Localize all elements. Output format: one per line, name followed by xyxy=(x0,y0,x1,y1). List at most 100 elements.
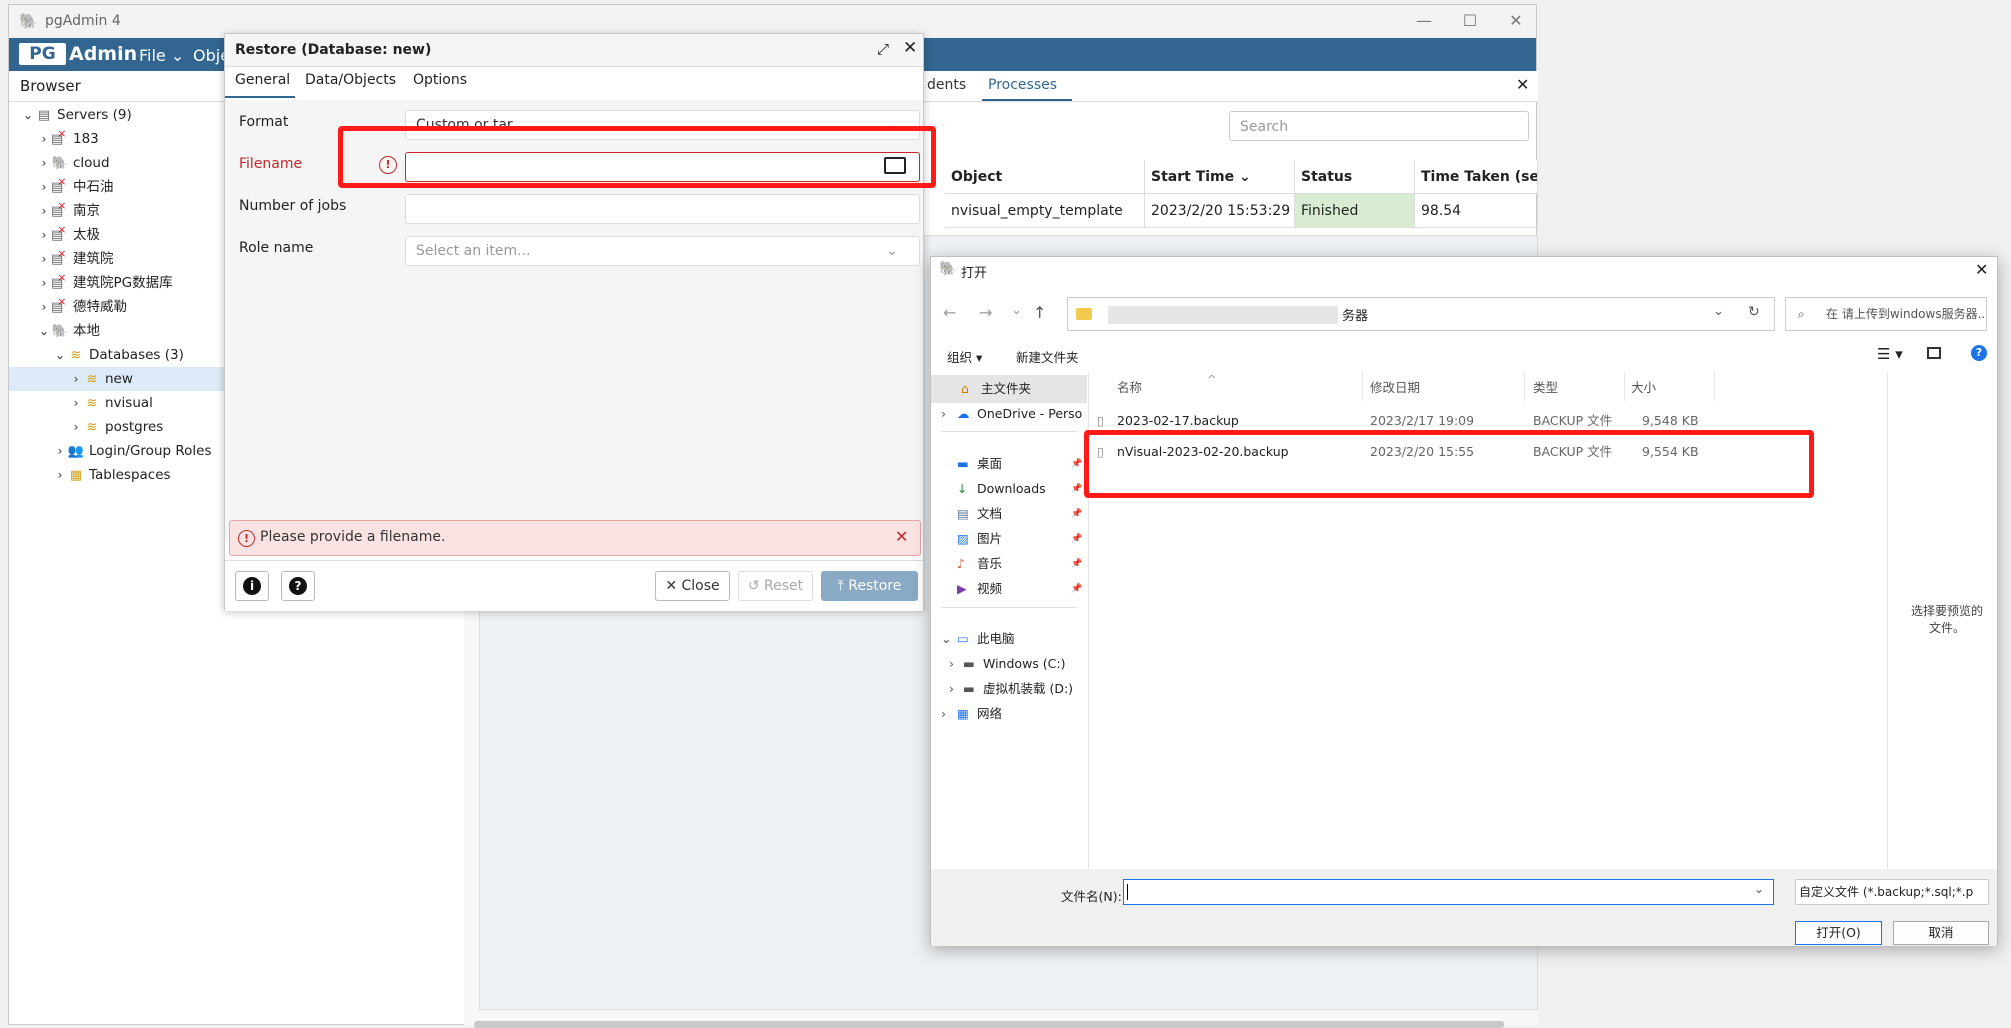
search-icon: ⌕ xyxy=(1798,307,1805,321)
processes-search-input[interactable]: Search xyxy=(1229,111,1529,141)
nav-item[interactable]: › ☁ OneDrive - Perso xyxy=(931,400,1087,428)
open-dialog-title: 打开 xyxy=(961,266,988,281)
nav-item[interactable]: ⌂ 主文件夹 xyxy=(931,375,1087,403)
col-start-time[interactable]: Start Time ⌄ xyxy=(1145,160,1295,194)
nav-item[interactable]: ♪ 音乐 📌 xyxy=(931,550,1087,578)
chevron-down-icon[interactable]: ⌄ xyxy=(941,625,951,653)
chevron-right-icon[interactable]: › xyxy=(69,367,83,391)
restore-dialog-title: Restore (Database: new) xyxy=(235,42,432,58)
chevron-right-icon[interactable]: › xyxy=(37,223,51,247)
chevron-right-icon[interactable]: › xyxy=(69,415,83,439)
pin-icon: 📌 xyxy=(1071,484,1083,494)
chevron-down-icon[interactable]: ⌄ xyxy=(21,103,35,127)
maximize-icon[interactable]: ☐ xyxy=(1455,11,1485,31)
chevron-right-icon[interactable]: › xyxy=(37,295,51,319)
tab-dependents[interactable]: dents xyxy=(927,77,966,93)
col-size[interactable]: 大小 xyxy=(1631,377,1656,396)
navigation-pane: ⌂ 主文件夹 › ☁ OneDrive - Perso ▬ 桌面 📌 ↓ Downloads 📌 ▤ 文… xyxy=(931,373,1087,869)
chevron-right-icon[interactable]: › xyxy=(37,199,51,223)
disconnected-icon: × xyxy=(57,127,67,140)
nav-item[interactable]: ▶ 视频 📌 xyxy=(931,575,1087,603)
nav-item[interactable]: ⌄ ▭ 此电脑 xyxy=(931,625,1087,653)
text-cursor xyxy=(1127,884,1128,900)
view-list-icon[interactable]: ☰ ▾ xyxy=(1877,345,1903,363)
dismiss-error-icon[interactable]: ✕ xyxy=(895,527,908,546)
file-type-filter[interactable]: 自定义文件 (*.backup;*.sql;*.p xyxy=(1795,879,1989,905)
chevron-right-icon[interactable]: › xyxy=(37,127,51,151)
chevron-right-icon[interactable]: › xyxy=(37,247,51,271)
chevron-down-icon[interactable]: ⌄ xyxy=(37,319,51,343)
cancel-button[interactable]: 取消 xyxy=(1893,921,1989,945)
col-status[interactable]: Status xyxy=(1295,160,1415,194)
nav-item[interactable]: › ▦ 网络 xyxy=(931,700,1087,728)
preview-pane-icon[interactable] xyxy=(1927,347,1941,359)
server-disconnected-icon: ▤× xyxy=(51,199,67,219)
desktop-icon: ▬ xyxy=(957,456,969,471)
organize-button[interactable]: 组织 ▾ xyxy=(947,347,982,366)
tree-item-label: 183 xyxy=(73,131,99,147)
open-button[interactable]: 打开(O) xyxy=(1795,921,1882,945)
chevron-right-icon[interactable]: › xyxy=(69,391,83,415)
pgadmin-logo-text: Admin xyxy=(69,43,138,65)
recent-chevron-icon[interactable]: ⌄ xyxy=(1011,303,1022,318)
new-folder-button[interactable]: 新建文件夹 xyxy=(1016,347,1079,366)
chevron-right-icon[interactable]: › xyxy=(949,675,954,703)
chevron-right-icon[interactable]: › xyxy=(37,151,51,175)
close-panel-icon[interactable]: ✕ xyxy=(1516,75,1529,94)
col-object[interactable]: Object xyxy=(945,160,1145,194)
tab-general[interactable]: General xyxy=(235,72,290,88)
expand-icon[interactable]: ⤢ xyxy=(877,40,889,58)
close-icon[interactable]: ✕ xyxy=(1975,260,1988,279)
close-icon[interactable]: ✕ xyxy=(903,38,917,58)
status-badge: Finished xyxy=(1295,194,1415,228)
col-type[interactable]: 类型 xyxy=(1533,377,1558,396)
tab-data-objects[interactable]: Data/Objects xyxy=(305,72,396,88)
role-select[interactable]: Select an item... ⌄ xyxy=(405,236,920,266)
chevron-right-icon[interactable]: › xyxy=(53,463,67,487)
chevron-right-icon[interactable]: › xyxy=(53,439,67,463)
minimize-icon[interactable]: — xyxy=(1409,11,1439,31)
nav-item[interactable]: ▤ 文档 📌 xyxy=(931,500,1087,528)
chevron-right-icon[interactable]: › xyxy=(941,700,946,728)
back-icon[interactable]: ← xyxy=(943,303,956,322)
close-button[interactable]: ✕ Close xyxy=(655,571,730,601)
nav-item[interactable]: › ▬ Windows (C:) xyxy=(931,650,1087,678)
help-icon[interactable]: ? xyxy=(1971,345,1987,361)
blurred-path xyxy=(1108,306,1338,324)
disconnected-icon: × xyxy=(57,199,67,212)
tab-processes[interactable]: Processes xyxy=(988,77,1057,93)
chevron-down-icon[interactable]: ⌄ xyxy=(1754,882,1764,896)
col-name[interactable]: 名称 xyxy=(1117,377,1142,396)
forward-icon[interactable]: → xyxy=(979,303,992,322)
tree-item-label: 建筑院 xyxy=(73,251,114,267)
address-bar[interactable]: 务器 ⌄ ↻ xyxy=(1067,297,1775,331)
nav-item[interactable]: ↓ Downloads 📌 xyxy=(931,475,1087,503)
tab-options[interactable]: Options xyxy=(413,72,467,88)
jobs-input[interactable] xyxy=(405,194,920,224)
tab-underline xyxy=(982,99,1072,101)
chevron-right-icon[interactable]: › xyxy=(37,271,51,295)
reset-button[interactable]: ↺ Reset xyxy=(738,571,813,601)
chevron-right-icon[interactable]: › xyxy=(949,650,954,678)
role-placeholder: Select an item... xyxy=(416,243,531,259)
close-icon[interactable]: ✕ xyxy=(1501,11,1531,31)
col-time-taken[interactable]: Time Taken (sec) xyxy=(1415,160,1538,194)
col-date[interactable]: 修改日期 xyxy=(1370,377,1420,396)
chevron-down-icon[interactable]: ⌄ xyxy=(1713,304,1724,319)
up-icon[interactable]: ↑ xyxy=(1033,303,1046,322)
chevron-right-icon[interactable]: › xyxy=(941,400,946,428)
nav-item[interactable]: ▨ 图片 📌 xyxy=(931,525,1087,553)
menu-file[interactable]: File ⌄ xyxy=(139,46,184,65)
chevron-right-icon[interactable]: › xyxy=(37,175,51,199)
chevron-down-icon[interactable]: ⌄ xyxy=(53,343,67,367)
chevron-down-icon: ⌄ xyxy=(886,243,898,259)
pin-icon: 📌 xyxy=(1071,559,1083,569)
info-button[interactable]: i xyxy=(235,571,269,601)
restore-button[interactable]: ⤒ Restore xyxy=(821,571,918,601)
help-button[interactable]: ? xyxy=(281,571,315,601)
nav-item[interactable]: ▬ 桌面 📌 xyxy=(931,450,1087,478)
nav-item[interactable]: › ▬ 虚拟机装载 (D:) xyxy=(931,675,1087,703)
refresh-icon[interactable]: ↻ xyxy=(1748,304,1760,320)
filename-input[interactable]: ⌄ xyxy=(1123,879,1774,905)
search-input[interactable]: ⌕ 在 请上传到windows服务器... xyxy=(1785,297,1987,331)
